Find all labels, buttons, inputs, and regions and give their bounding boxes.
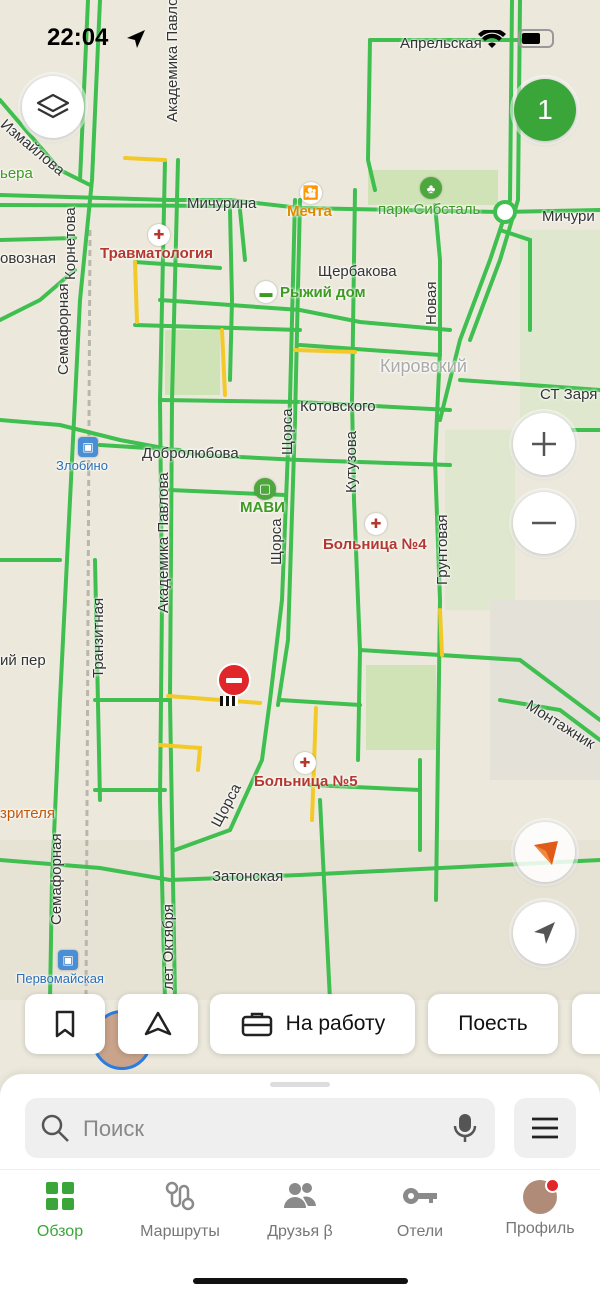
sheet-handle[interactable] — [270, 1082, 330, 1087]
street-label: зрителя — [0, 805, 56, 822]
navigator-button[interactable] — [118, 994, 198, 1054]
notification-dot — [545, 1178, 560, 1193]
to-work-chip[interactable]: На работу — [210, 994, 415, 1054]
poi-bol4[interactable]: Больница №4 — [323, 536, 427, 553]
to-work-label: На работу — [285, 1012, 386, 1035]
profile-avatar — [523, 1178, 560, 1214]
menu-button[interactable] — [514, 1098, 576, 1158]
layers-button[interactable] — [22, 76, 84, 138]
street-label: Кутузова — [343, 431, 360, 493]
shopping-icon[interactable]: ▢ — [254, 478, 276, 500]
hospital-icon[interactable]: ✚ — [148, 224, 170, 246]
street-label: ий пер — [0, 652, 46, 669]
hamburger-icon — [532, 1117, 558, 1139]
search-placeholder: Поиск — [83, 1116, 144, 1141]
tab-friends[interactable]: Друзья β — [240, 1180, 360, 1241]
friends-icon — [284, 1183, 316, 1208]
poi-mavi[interactable]: МАВИ — [240, 499, 285, 516]
train-station-icon[interactable]: ▣ — [58, 950, 78, 970]
street-label: овозная — [0, 250, 56, 267]
zoom-in-button[interactable] — [513, 413, 575, 475]
street-label: Семафорная — [55, 283, 72, 375]
street-label: СТ Заря — [540, 386, 598, 403]
tab-label: Профиль — [505, 1220, 575, 1237]
train-station-icon[interactable]: ▣ — [78, 437, 98, 457]
hospital-icon[interactable]: ✚ — [365, 513, 387, 535]
street-label: Котовского — [300, 398, 376, 415]
tab-hotels[interactable]: Отели — [360, 1180, 480, 1241]
street-label: Академика Павлова — [164, 0, 181, 122]
home-indicator — [193, 1278, 408, 1284]
more-chip[interactable] — [572, 994, 600, 1054]
street-label: Корнетова — [62, 207, 79, 280]
street-label: Добролюбова — [142, 445, 239, 462]
street-label: Мичурина — [187, 195, 257, 212]
plus-icon — [532, 432, 556, 456]
street-label: ьера — [0, 165, 33, 182]
street-label: Новая — [423, 281, 440, 325]
street-label: Апрельская — [400, 35, 482, 52]
location-arrow-icon — [125, 28, 147, 55]
bookmark-icon — [55, 1010, 75, 1038]
street-label: Семафорная — [48, 833, 65, 925]
street-label: Транзитная — [90, 597, 107, 678]
routes-icon — [165, 1181, 195, 1211]
street-label: Щербакова — [318, 263, 397, 280]
tab-routes[interactable]: Маршруты — [120, 1180, 240, 1241]
zoom-out-button[interactable] — [513, 492, 575, 554]
street-label: Щорса — [279, 408, 296, 455]
tab-overview[interactable]: Обзор — [0, 1180, 120, 1241]
eat-label: Поесть — [458, 1012, 528, 1035]
microphone-icon[interactable] — [453, 1112, 477, 1144]
poi-mechta[interactable]: Мечта — [287, 203, 332, 220]
station-label: Злобино — [56, 458, 108, 473]
poi-park[interactable]: парк Сибсталь — [378, 201, 480, 218]
compass-button[interactable] — [515, 822, 575, 882]
compass-icon — [534, 841, 558, 865]
battery-icon — [518, 29, 554, 48]
street-label: Грунтовая — [434, 514, 451, 585]
street-label: лет Октября — [160, 904, 177, 990]
wifi-icon — [478, 28, 506, 55]
district-label: Кировский — [380, 356, 467, 376]
poi-travma[interactable]: Травматология — [100, 245, 213, 262]
road-closed-icon[interactable] — [219, 665, 249, 695]
poi-ryzhy[interactable]: Рыжий дом — [280, 284, 366, 301]
key-icon — [403, 1188, 437, 1204]
cinema-icon[interactable]: 🎦 — [300, 182, 322, 204]
status-time: 22:04 — [47, 24, 109, 51]
tab-label: Маршруты — [140, 1223, 220, 1240]
layers-icon — [36, 93, 70, 119]
minus-icon — [532, 521, 556, 525]
sheet-divider — [0, 1169, 600, 1170]
navigation-arrow-icon — [534, 922, 555, 944]
search-input[interactable]: Поиск — [25, 1098, 495, 1158]
closure-barrier — [220, 696, 238, 706]
park-icon[interactable]: ♣ — [420, 177, 442, 199]
eat-chip[interactable]: Поесть — [428, 994, 558, 1054]
my-location-button[interactable] — [513, 902, 575, 964]
hotel-icon[interactable]: ▬ — [255, 281, 277, 303]
tab-label: Отели — [396, 1223, 444, 1240]
street-label: Академика Павлова — [155, 472, 172, 613]
grid-icon — [46, 1182, 74, 1210]
hospital-icon[interactable]: ✚ — [294, 752, 316, 774]
navigator-icon — [144, 1011, 172, 1036]
briefcase-icon — [241, 1012, 272, 1037]
station-label: Первомайская — [16, 971, 104, 986]
poi-bol5[interactable]: Больница №5 — [254, 773, 358, 790]
tab-label: Друзья β — [267, 1223, 333, 1240]
street-label: Мичури — [542, 208, 595, 225]
tab-label: Обзор — [36, 1223, 84, 1240]
street-label: Затонская — [212, 868, 284, 885]
search-icon — [41, 1114, 69, 1142]
traffic-level-badge[interactable]: 1 — [514, 79, 576, 141]
bookmarks-button[interactable] — [25, 994, 105, 1054]
street-label: Щорса — [268, 518, 285, 565]
tab-profile[interactable]: Профиль — [480, 1178, 600, 1238]
